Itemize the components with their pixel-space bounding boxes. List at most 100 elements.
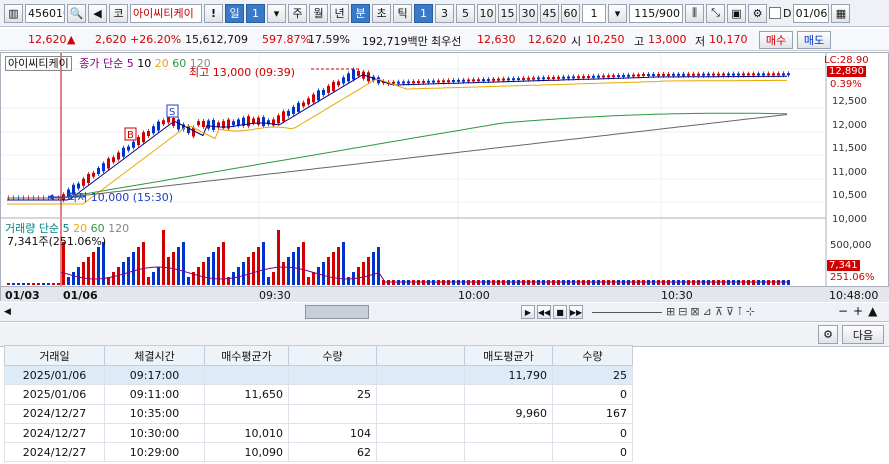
volume-value: 15,612,709	[185, 33, 248, 46]
sell-button[interactable]: 매도	[797, 31, 831, 49]
draw-tool-icon[interactable]: ⤡	[706, 3, 725, 23]
calendar-icon[interactable]: ▦	[831, 3, 851, 23]
sound-icon[interactable]: ◀	[88, 3, 107, 23]
tab-month[interactable]: 월	[309, 3, 328, 23]
stop-icon[interactable]: ■	[553, 305, 567, 319]
interval-input[interactable]: 1	[582, 3, 606, 23]
price-volume-chart[interactable]: B S	[1, 53, 888, 287]
volume-bar	[47, 283, 50, 285]
col-buy-avg[interactable]: 매수평균가	[204, 345, 289, 366]
cell-buy-qty: 25	[288, 384, 377, 405]
candle	[332, 81, 335, 91]
tab-minute[interactable]: 분	[351, 3, 370, 23]
col-sell-qty[interactable]: 수량	[552, 345, 633, 366]
col-date[interactable]: 거래일	[4, 345, 105, 366]
candle	[312, 94, 315, 103]
cell-sell-avg	[464, 442, 553, 463]
candle	[742, 73, 745, 76]
candle	[612, 75, 615, 78]
zoom-slider[interactable]	[592, 312, 662, 313]
candle	[207, 120, 210, 129]
volume-bar	[132, 252, 135, 285]
candle	[522, 77, 525, 80]
save-icon[interactable]: ▣	[727, 3, 746, 23]
candle	[412, 81, 415, 84]
col-buy-qty[interactable]: 수량	[288, 345, 377, 366]
candle	[427, 80, 430, 83]
volume-bar	[32, 283, 35, 285]
interval-30-button[interactable]: 30	[519, 3, 538, 23]
candle-type-icon[interactable]: ⫼	[685, 3, 704, 23]
volume-bar	[142, 242, 145, 285]
gear-icon[interactable]: ⚙	[818, 325, 838, 344]
interval-15-button[interactable]: 15	[498, 3, 517, 23]
table-row[interactable]: 2025/01/06 09:17:00 11,790 25	[4, 364, 633, 386]
candle	[652, 73, 655, 76]
next-button[interactable]: 다음	[842, 325, 884, 344]
cell-sell-avg	[464, 422, 553, 444]
lc-label: LC:28.90	[824, 55, 869, 66]
volume-bar	[252, 252, 255, 285]
volume-bar	[307, 277, 310, 285]
stock-list-icon[interactable]: ▥	[4, 3, 23, 23]
count-field[interactable]: 115/900	[629, 3, 683, 23]
scroll-thumb[interactable]	[305, 305, 369, 319]
cell-date: 2024/12/27	[4, 403, 105, 424]
chart-area[interactable]: B S 아이씨티케이 종가 단순 5 10 20 60 120 최고 13,00…	[0, 52, 889, 302]
interval-45-button[interactable]: 45	[540, 3, 559, 23]
tab-year[interactable]: 년	[330, 3, 349, 23]
candle	[482, 79, 485, 82]
table-row[interactable]: 2024/12/27 10:30:00 10,010 104 0	[4, 422, 633, 444]
high-value: 13,000	[648, 33, 687, 46]
price-legend: 아이씨티케이 종가 단순 5 10 20 60 120	[5, 55, 211, 71]
vol-ma120-label: 120	[108, 222, 130, 235]
col-sell-avg[interactable]: 매도평균가	[464, 345, 553, 366]
chevron-down-icon[interactable]: ▾	[608, 3, 627, 23]
candle	[747, 73, 750, 76]
interval-1-button[interactable]: 1	[414, 3, 433, 23]
search-icon[interactable]: 🔍	[67, 3, 86, 23]
volume-bar	[277, 230, 280, 285]
forward-icon[interactable]: ▶▶	[569, 305, 583, 319]
table-row[interactable]: 2025/01/06 09:11:00 11,650 25 0	[4, 384, 633, 405]
candle	[502, 78, 505, 81]
alert-button[interactable]: !	[204, 3, 223, 23]
date-input[interactable]: 01/06	[793, 3, 830, 23]
play-icon[interactable]: ▶	[521, 305, 535, 319]
tab-tick[interactable]: 틱	[393, 3, 412, 23]
market-button[interactable]: 코	[109, 3, 128, 23]
volume-bar	[137, 247, 140, 285]
interval-3-button[interactable]: 3	[435, 3, 454, 23]
table-row[interactable]: 2024/12/27 10:29:00 10,090 62 0	[4, 442, 633, 463]
buy-button[interactable]: 매수	[759, 31, 793, 49]
candle	[487, 78, 490, 81]
draw-tools-icon[interactable]: ⊞⊟⊠⊿⊼⊽⊺⊹	[666, 305, 758, 318]
period-value[interactable]: 1	[246, 3, 265, 23]
candle	[492, 78, 495, 81]
scroll-left-icon[interactable]: ◀	[4, 307, 11, 317]
rewind-icon[interactable]: ◀◀	[537, 305, 551, 319]
stock-code-input[interactable]: 456010	[25, 3, 65, 23]
stock-name-field[interactable]: 아이씨티케이	[130, 3, 202, 23]
col-time[interactable]: 체결시간	[104, 345, 205, 366]
interval-60-button[interactable]: 60	[561, 3, 580, 23]
chart-stock-name: 아이씨티케이	[5, 56, 72, 71]
candle	[507, 78, 510, 81]
candle	[162, 120, 165, 125]
candle	[157, 121, 160, 131]
interval-5-button[interactable]: 5	[456, 3, 475, 23]
table-row[interactable]: 2024/12/27 10:35:00 9,960 167	[4, 403, 633, 424]
gear-icon[interactable]: ⚙	[748, 3, 767, 23]
buy-marker: B	[124, 127, 137, 141]
interval-10-button[interactable]: 10	[477, 3, 496, 23]
chevron-down-icon[interactable]: ▾	[267, 3, 286, 23]
tab-week[interactable]: 주	[288, 3, 307, 23]
change-amount: 2,620	[95, 33, 127, 46]
tab-period-day[interactable]: 일	[225, 3, 244, 23]
tab-second[interactable]: 초	[372, 3, 391, 23]
volume-bar	[242, 262, 245, 285]
best-ask: 12,630	[477, 33, 516, 46]
zoom-controls-icon[interactable]: −+▲	[838, 304, 882, 318]
candle	[667, 73, 670, 76]
d-checkbox[interactable]	[769, 7, 781, 19]
